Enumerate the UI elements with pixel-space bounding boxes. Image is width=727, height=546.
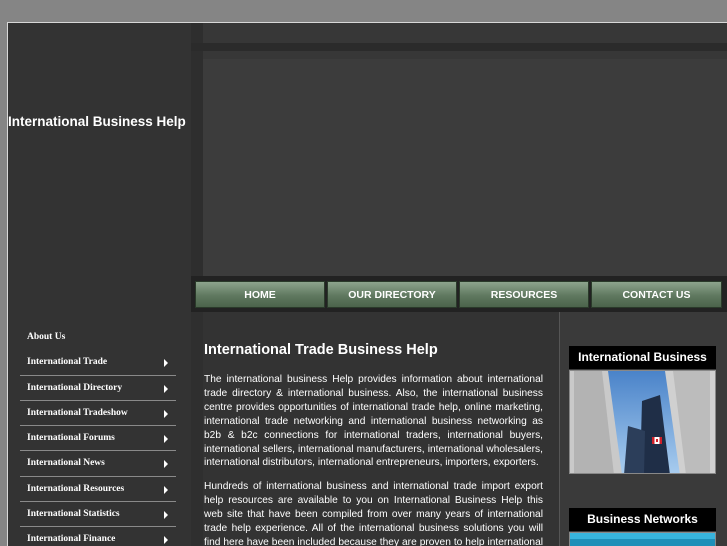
nav-home-button[interactable]: HOME bbox=[195, 281, 325, 308]
sidebar-item-label: About Us bbox=[27, 332, 66, 342]
main-content: International Trade Business Help The in… bbox=[191, 312, 559, 546]
skyscraper-illustration bbox=[570, 371, 715, 473]
page-frame: International Business Help About Us Int… bbox=[7, 22, 727, 546]
header-stripe bbox=[191, 43, 727, 51]
network-illustration bbox=[570, 533, 715, 546]
left-column: International Business Help About Us Int… bbox=[8, 23, 191, 546]
sidebar-item-label: International Resources bbox=[27, 483, 125, 494]
chevron-right-icon bbox=[164, 511, 168, 520]
header-banner bbox=[191, 23, 727, 276]
business-networks-box-title: Business Networks bbox=[569, 508, 716, 531]
sidebar-item-label: International Finance bbox=[27, 534, 116, 545]
page-title: International Trade Business Help bbox=[204, 342, 438, 358]
chevron-right-icon bbox=[164, 485, 168, 494]
chevron-right-icon bbox=[164, 384, 168, 393]
intro-paragraph: The international business Help provides… bbox=[204, 374, 543, 469]
sidebar-item-label: International Directory bbox=[27, 382, 123, 393]
sidebar-item-about-us[interactable]: About Us bbox=[20, 325, 176, 350]
chevron-right-icon bbox=[164, 409, 168, 418]
chevron-right-icon bbox=[164, 359, 168, 368]
sidebar-item-international-resources[interactable]: International Resources bbox=[20, 477, 176, 503]
sidebar-item-international-finance[interactable]: International Finance bbox=[20, 527, 176, 546]
sidebar-item-international-news[interactable]: International News bbox=[20, 451, 176, 477]
international-business-box-title: International Business bbox=[569, 346, 716, 369]
top-nav: HOME OUR DIRECTORY RESOURCES CONTACT US bbox=[191, 276, 727, 312]
sidebar-nav: About Us International Trade Internation… bbox=[20, 325, 176, 546]
chevron-right-icon bbox=[164, 460, 168, 469]
skyscraper-image[interactable] bbox=[569, 370, 716, 474]
sidebar-item-international-tradeshow[interactable]: International Tradeshow bbox=[20, 401, 176, 427]
header-panel bbox=[203, 59, 727, 276]
nav-directory-button[interactable]: OUR DIRECTORY bbox=[327, 281, 457, 308]
sidebar-item-international-trade[interactable]: International Trade bbox=[20, 350, 176, 376]
sidebar-item-label: International Forums bbox=[27, 433, 115, 444]
sidebar-item-international-directory[interactable]: International Directory bbox=[20, 376, 176, 401]
network-image[interactable] bbox=[569, 532, 716, 546]
sidebar-item-label: International Tradeshow bbox=[27, 407, 128, 418]
nav-resources-button[interactable]: RESOURCES bbox=[459, 281, 589, 308]
sidebar-item-international-statistics[interactable]: International Statistics bbox=[20, 502, 176, 528]
right-sidebar: International Business Business Networks bbox=[559, 312, 727, 546]
sidebar-item-label: International Trade bbox=[27, 357, 108, 368]
sidebar-item-label: International Statistics bbox=[27, 509, 120, 520]
chevron-right-icon bbox=[164, 435, 168, 444]
nav-contact-button[interactable]: CONTACT US bbox=[591, 281, 722, 308]
chevron-right-icon bbox=[164, 536, 168, 545]
site-title: International Business Help bbox=[8, 114, 186, 129]
sidebar-item-label: International News bbox=[27, 458, 105, 469]
header-divider bbox=[191, 23, 203, 276]
resources-paragraph: Hundreds of international business and i… bbox=[204, 481, 543, 546]
sidebar-item-international-forums[interactable]: International Forums bbox=[20, 426, 176, 452]
